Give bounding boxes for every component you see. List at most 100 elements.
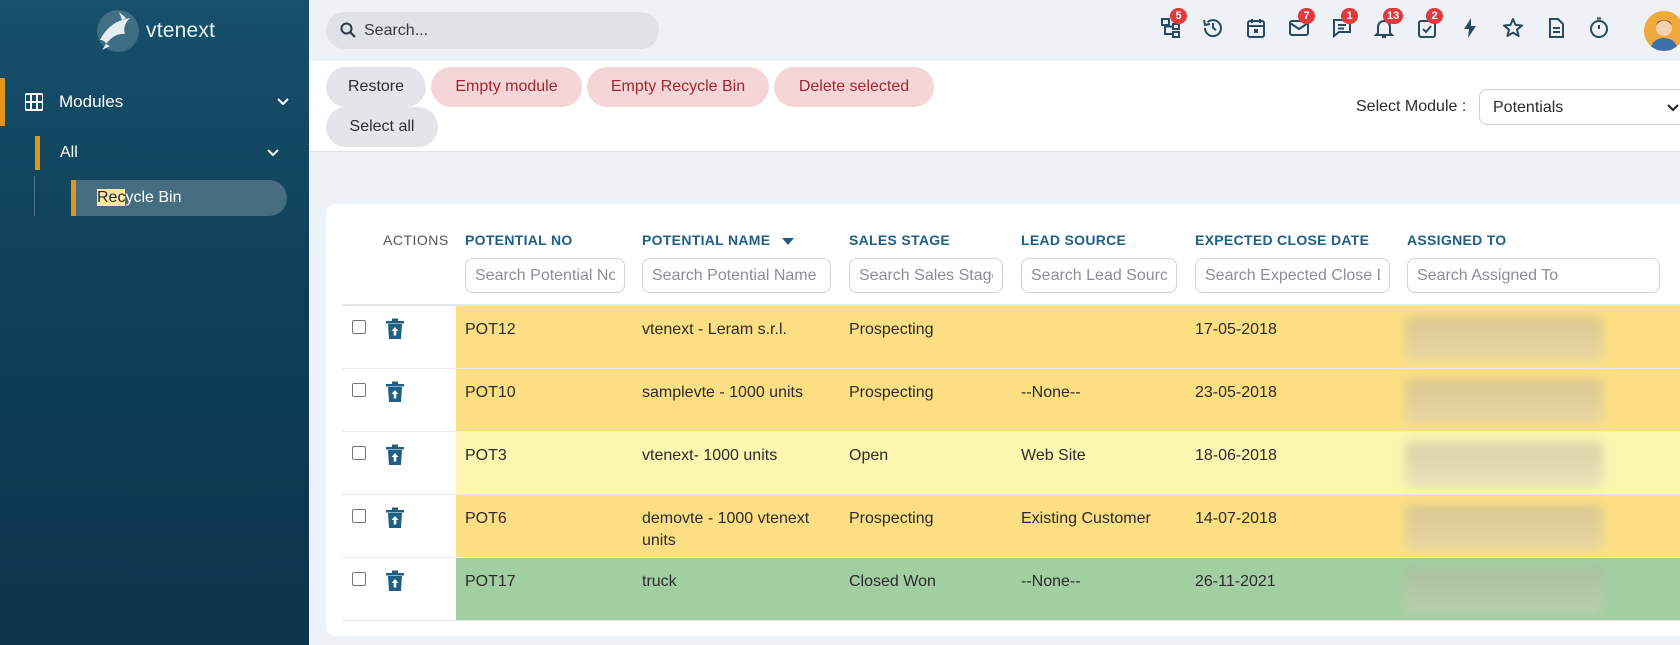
table-row[interactable]: POT12 vtenext - Leram s.r.l. Prospecting 17… (342, 306, 1680, 369)
cell-potential-no: POT3 (465, 447, 507, 464)
row-checkbox[interactable] (352, 446, 366, 460)
cell-potential-name: truck (642, 573, 677, 590)
user-avatar[interactable] (1644, 11, 1680, 51)
restore-from-trash-icon[interactable] (385, 507, 405, 529)
sidebar-item-all[interactable]: All (35, 136, 285, 170)
restore-button[interactable]: Restore (326, 67, 426, 107)
global-search[interactable] (326, 12, 659, 49)
restore-from-trash-icon[interactable] (385, 318, 405, 340)
sidebar: vtenext Modules All Recycle Bin (0, 0, 309, 645)
history-icon[interactable] (1201, 16, 1225, 40)
sidebar-item-label: Modules (59, 92, 124, 111)
notification-badge: 1 (1341, 8, 1358, 24)
assigned-to-redacted (1405, 505, 1603, 551)
cell-lead-source: --None-- (1021, 573, 1081, 590)
top-bar: 5 7 1 13 2 (309, 0, 1680, 61)
selected-value: Potentials (1493, 99, 1564, 116)
column-header-sales-stage[interactable]: SALES STAGE (849, 232, 950, 248)
table-row[interactable]: POT17 truck Closed Won --None-- 26-11-2021 (342, 558, 1680, 621)
cell-expected-close-date: 23-05-2018 (1195, 384, 1277, 401)
timer-icon[interactable] (1587, 16, 1611, 40)
table-row[interactable]: POT3 vtenext- 1000 units Open Web Site 18-06… (342, 432, 1680, 495)
assigned-to-redacted (1405, 316, 1603, 362)
dolphin-logo-icon (97, 10, 139, 52)
module-select[interactable]: Potentials (1479, 89, 1680, 125)
restore-from-trash-icon[interactable] (385, 570, 405, 592)
chevron-down-icon (1667, 104, 1679, 112)
mail-icon[interactable]: 7 (1287, 8, 1315, 40)
cell-potential-name: vtenext- 1000 units (642, 447, 778, 464)
column-header-potential-name[interactable]: POTENTIAL NAME (642, 232, 770, 248)
active-indicator (0, 78, 5, 126)
filter-sales-stage[interactable] (849, 258, 1003, 293)
table-row[interactable]: POT6 demovte - 1000 vtenext units Prospect… (342, 495, 1680, 558)
sidebar-item-label: Recycle Bin (97, 189, 181, 207)
label-rest: ycle Bin (125, 189, 182, 206)
column-header-lead-source[interactable]: LEAD SOURCE (1021, 232, 1126, 248)
filter-potential-no[interactable] (465, 258, 625, 293)
cell-sales-stage: Closed Won (849, 573, 936, 590)
lightning-icon[interactable] (1458, 16, 1482, 40)
cell-lead-source: --None-- (1021, 384, 1081, 401)
document-icon[interactable] (1544, 16, 1568, 40)
assigned-to-redacted (1405, 442, 1603, 488)
filter-assigned-to[interactable] (1407, 258, 1660, 293)
cell-potential-no: POT10 (465, 384, 516, 401)
assigned-to-redacted (1405, 379, 1603, 425)
column-header-assigned-to[interactable]: ASSIGNED TO (1407, 232, 1507, 248)
assigned-to-redacted (1405, 568, 1603, 614)
vtenext-logo[interactable]: vtenext (92, 6, 215, 56)
restore-from-trash-icon[interactable] (385, 444, 405, 466)
notification-badge: 13 (1383, 8, 1404, 24)
cell-lead-source: Web Site (1021, 447, 1086, 464)
cell-sales-stage: Prospecting (849, 321, 934, 338)
sort-desc-icon[interactable] (782, 238, 794, 245)
logo-text: vtenext (146, 19, 216, 42)
star-icon[interactable] (1501, 16, 1525, 40)
cell-sales-stage: Open (849, 447, 889, 464)
user-avatar-icon (1644, 11, 1680, 51)
chevron-down-icon[interactable] (266, 146, 280, 160)
cell-sales-stage: Prospecting (849, 510, 934, 527)
row-checkbox[interactable] (352, 509, 366, 523)
select-module-label: Select Module : (1356, 98, 1467, 115)
filter-expected-close-date[interactable] (1195, 258, 1390, 293)
sidebar-item-modules[interactable]: Modules (0, 78, 309, 126)
notification-badge: 5 (1170, 8, 1187, 24)
filter-potential-name[interactable] (642, 258, 831, 293)
search-highlight: Rec (97, 189, 126, 206)
row-checkbox[interactable] (352, 320, 366, 334)
row-checkbox[interactable] (352, 572, 366, 586)
cell-potential-name: demovte - 1000 vtenext units (642, 510, 810, 549)
recycle-bin-table: ACTIONS POTENTIAL NO POTENTIAL NAME SALE… (326, 204, 1680, 636)
notification-badge: 7 (1298, 8, 1315, 24)
tree-connector (34, 176, 35, 216)
chevron-down-icon[interactable] (276, 95, 290, 109)
column-header-actions: ACTIONS (383, 232, 449, 248)
cell-potential-name: samplevte - 1000 units (642, 384, 803, 401)
chat-icon[interactable]: 1 (1330, 8, 1358, 40)
delete-selected-button[interactable]: Delete selected (774, 67, 934, 107)
search-icon (340, 22, 356, 38)
filter-lead-source[interactable] (1021, 258, 1177, 293)
notification-badge: 2 (1426, 8, 1443, 24)
table-row[interactable]: POT10 samplevte - 1000 units Prospecting --… (342, 369, 1680, 432)
task-check-icon[interactable]: 2 (1415, 8, 1443, 40)
select-all-button[interactable]: Select all (326, 107, 438, 147)
column-header-expected-close-date[interactable]: EXPECTED CLOSE DATE (1195, 232, 1369, 248)
cell-sales-stage: Prospecting (849, 384, 934, 401)
cell-lead-source: Existing Customer (1021, 510, 1151, 527)
active-indicator (35, 136, 40, 170)
action-toolbar: Restore Empty module Empty Recycle Bin D… (309, 61, 1680, 152)
empty-recycle-bin-button[interactable]: Empty Recycle Bin (587, 67, 769, 107)
calendar-icon[interactable] (1244, 16, 1268, 40)
restore-from-trash-icon[interactable] (385, 381, 405, 403)
org-tree-icon[interactable]: 5 (1159, 8, 1187, 40)
row-checkbox[interactable] (352, 383, 366, 397)
empty-module-button[interactable]: Empty module (431, 67, 582, 107)
sidebar-item-recycle-bin[interactable]: Recycle Bin (71, 180, 287, 216)
search-input[interactable] (364, 12, 644, 49)
cell-expected-close-date: 14-07-2018 (1195, 510, 1277, 527)
bell-icon[interactable]: 13 (1372, 8, 1404, 40)
column-header-potential-no[interactable]: POTENTIAL NO (465, 232, 573, 248)
